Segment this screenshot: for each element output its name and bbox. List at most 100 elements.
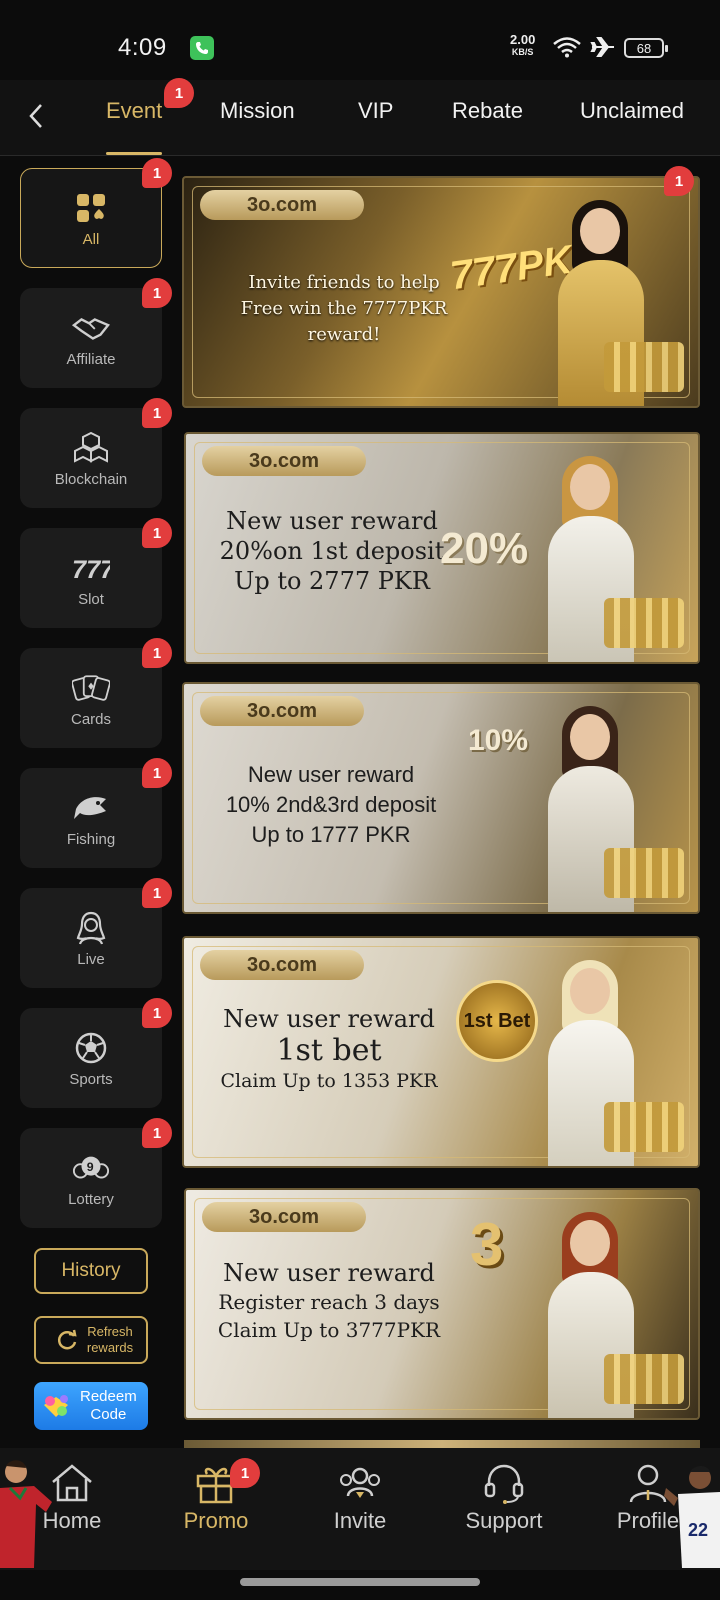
- svg-text:9: 9: [87, 1159, 94, 1173]
- sidebar-item-sports[interactable]: Sports: [20, 1008, 162, 1108]
- sidebar-item-fishing[interactable]: Fishing: [20, 768, 162, 868]
- sidebar-badge: 1: [142, 878, 172, 908]
- banner-headline: New user reward Register reach 3 days Cl…: [204, 1258, 454, 1344]
- battery-indicator: 68: [624, 38, 668, 58]
- promo-banner-register-days[interactable]: 3o.com New user reward Register reach 3 …: [184, 1188, 700, 1420]
- headset-icon: [484, 1464, 524, 1504]
- sidebar-item-lottery[interactable]: 9 Lottery: [20, 1128, 162, 1228]
- tab-vip[interactable]: VIP: [358, 98, 393, 124]
- bottom-navigation: Home Promo 1 Invite Support Profile: [0, 1448, 720, 1570]
- banner-gold-decoration: [604, 1102, 684, 1152]
- banner-line2: Free win the 7777PKR reward!: [240, 298, 448, 345]
- back-button[interactable]: [18, 98, 54, 134]
- top-tab-bar: Event 1 Mission VIP Rebate Unclaimed: [0, 78, 720, 156]
- nav-promo-badge: 1: [230, 1458, 260, 1488]
- nav-label: Invite: [333, 1508, 387, 1533]
- next-banner-edge: [184, 1440, 700, 1448]
- tab-unclaimed[interactable]: Unclaimed: [580, 98, 684, 124]
- banner-line1: Invite friends to help: [248, 272, 440, 293]
- banner-headline: Invite friends to help Free win the 7777…: [224, 270, 464, 348]
- system-home-indicator[interactable]: [240, 1578, 480, 1586]
- player-avatar-left: [0, 1458, 56, 1568]
- grid-spade-icon: [72, 189, 110, 227]
- tab-mission[interactable]: Mission: [220, 98, 295, 124]
- status-bar: 4:09 2.00 KB/S 68: [0, 0, 720, 80]
- banner-headline: New user reward 20%on 1st deposit Up to …: [212, 506, 452, 596]
- sidebar-item-affiliate[interactable]: Affiliate: [20, 288, 162, 388]
- sidebar-item-label: All: [82, 230, 100, 248]
- tab-event[interactable]: Event: [106, 98, 162, 124]
- sidebar-badge: 1: [142, 518, 172, 548]
- banner-gold-decoration: [604, 342, 684, 392]
- banner-brand: 3o.com: [202, 446, 366, 476]
- banner-headline: New user reward 10% 2nd&3rd deposit Up t…: [206, 760, 456, 850]
- sidebar-item-label: Slot: [78, 590, 104, 608]
- chevron-left-icon: [29, 104, 42, 128]
- sidebar-item-live[interactable]: Live: [20, 888, 162, 988]
- promo-banner-first-bet[interactable]: 3o.com New user reward 1st bet Claim Up …: [182, 936, 700, 1168]
- handshake-icon: [72, 309, 110, 347]
- tab-rebate[interactable]: Rebate: [452, 98, 523, 124]
- sidebar-item-label: Live: [77, 950, 105, 968]
- nav-label: Support: [465, 1508, 543, 1533]
- sidebar-item-all[interactable]: All: [20, 168, 162, 268]
- banner-brand: 3o.com: [202, 1202, 366, 1232]
- network-speed-unit: KB/S: [511, 47, 534, 57]
- sidebar-badge: 1: [142, 278, 172, 308]
- nav-invite[interactable]: Invite: [300, 1462, 420, 1534]
- banner-line1: New user reward: [226, 507, 438, 535]
- redeem-code-button[interactable]: Redeem Code: [34, 1382, 148, 1430]
- banner-gold-decoration: [604, 848, 684, 898]
- banner-line2: Register reach 3 days: [218, 1290, 440, 1314]
- sidebar-item-blockchain[interactable]: Blockchain: [20, 408, 162, 508]
- banner-gold-decoration: [604, 598, 684, 648]
- banner-amount: 1st Bet: [456, 980, 538, 1062]
- dealer-icon: [72, 909, 110, 947]
- promo-banner-second-third-deposit[interactable]: 3o.com New user reward 10% 2nd&3rd depos…: [182, 682, 700, 914]
- sidebar-badge: 1: [142, 1118, 172, 1148]
- banner-amount: 10%: [468, 724, 529, 757]
- wifi-icon: [552, 36, 582, 63]
- network-speed: 2.00 KB/S: [510, 33, 535, 58]
- refresh-icon: [57, 1329, 77, 1350]
- sidebar-badge: 1: [142, 998, 172, 1028]
- status-time: 4:09: [118, 34, 167, 61]
- banner-brand: 3o.com: [200, 696, 364, 726]
- sidebar-badge: 1: [142, 158, 172, 188]
- svg-text:22: 22: [688, 1520, 708, 1540]
- banner-line3: Claim Up to 1353 PKR: [220, 1070, 438, 1092]
- banner-brand: 3o.com: [200, 950, 364, 980]
- sidebar-item-label: Sports: [69, 1070, 113, 1088]
- banner-line3: Up to 1777 PKR: [251, 822, 411, 847]
- banner-line2: 20%on 1st deposit: [219, 537, 445, 565]
- promo-banner-invite[interactable]: 3o.com Invite friends to help Free win t…: [182, 176, 700, 408]
- banner-gold-decoration: [604, 1354, 684, 1404]
- history-button[interactable]: History: [34, 1248, 148, 1294]
- lottery-ball-icon: 9: [72, 1149, 110, 1187]
- banner-brand: 3o.com: [200, 190, 364, 220]
- sidebar-item-cards[interactable]: Cards: [20, 648, 162, 748]
- sidebar-item-label: Cards: [70, 710, 111, 728]
- banner-line2: 1st bet: [276, 1033, 382, 1068]
- sidebar-item-label: Fishing: [66, 830, 116, 848]
- refresh-rewards-button[interactable]: Refresh rewards: [34, 1316, 148, 1364]
- fish-icon: [72, 789, 110, 827]
- banner-line1: New user reward: [223, 1259, 435, 1287]
- promo-banner-first-deposit[interactable]: 3o.com New user reward 20%on 1st deposit…: [184, 432, 700, 664]
- redeem-label-line2: Code: [90, 1406, 127, 1423]
- banner-line2: 10% 2nd&3rd deposit: [225, 792, 437, 817]
- refresh-label-line1: Refresh: [87, 1324, 133, 1339]
- banner-amount: 20%: [440, 524, 529, 573]
- sidebar-item-label: Affiliate: [66, 350, 116, 368]
- active-tab-indicator: [106, 152, 162, 155]
- sidebar-item-label: Lottery: [68, 1190, 114, 1208]
- 777-icon: 777: [72, 549, 110, 587]
- soccer-ball-icon: [72, 1029, 110, 1067]
- invite-icon: [340, 1467, 380, 1498]
- refresh-label-line2: rewards: [86, 1340, 134, 1355]
- airplane-mode-icon: [590, 36, 616, 63]
- sidebar-item-slot[interactable]: 777 Slot: [20, 528, 162, 628]
- banner-amount: 3: [470, 1211, 504, 1278]
- cubes-icon: [72, 429, 110, 467]
- nav-support[interactable]: Support: [444, 1462, 564, 1534]
